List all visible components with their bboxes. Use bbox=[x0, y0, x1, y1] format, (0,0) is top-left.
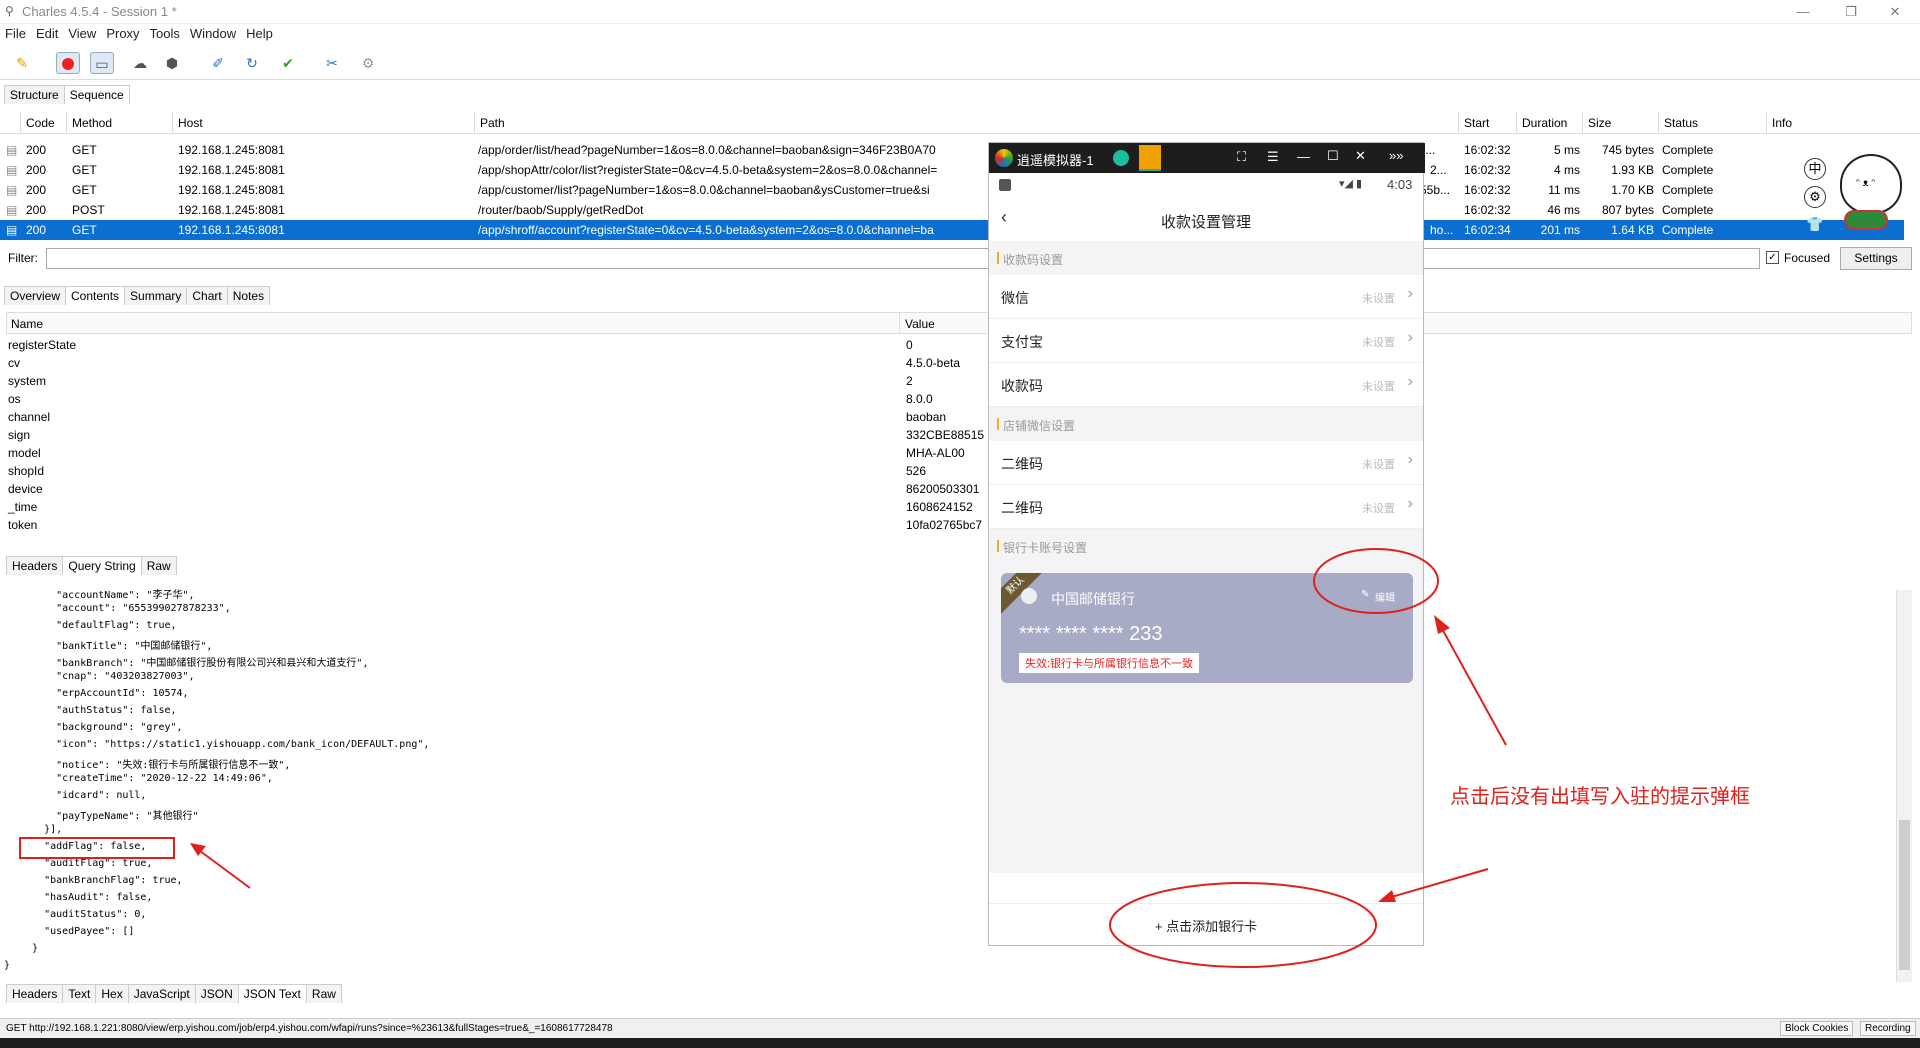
annotation-layer bbox=[19, 548, 1507, 968]
annotation-text: 点击后没有出填写入驻的提示弹框 bbox=[1450, 786, 1750, 808]
arrow-head bbox=[1434, 615, 1450, 634]
arrow-head bbox=[1378, 890, 1396, 902]
addflag-highlight-box bbox=[19, 837, 175, 859]
arrow-to-edit bbox=[1439, 624, 1507, 746]
arrow-to-add-card bbox=[1387, 868, 1489, 899]
arrow-to-addflag bbox=[195, 847, 251, 889]
add-card-highlight-ellipse bbox=[1109, 882, 1377, 968]
edit-highlight-ellipse bbox=[1313, 548, 1439, 614]
